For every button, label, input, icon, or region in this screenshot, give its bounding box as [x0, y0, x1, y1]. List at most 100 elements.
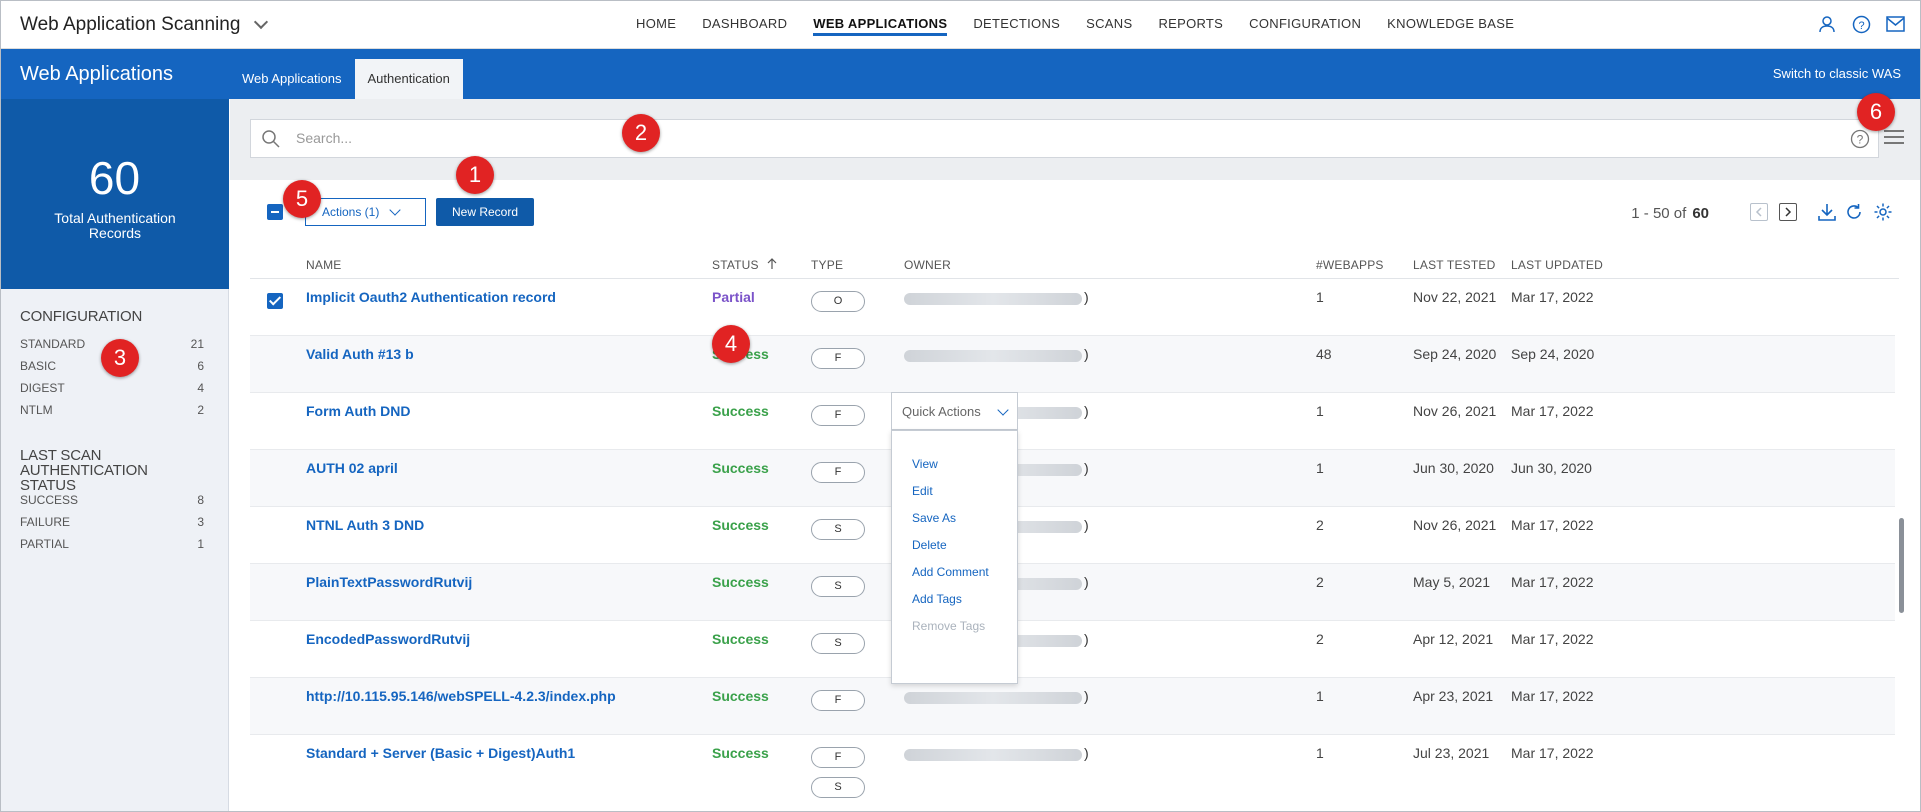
callout-2: 2: [622, 114, 660, 152]
last-tested-date: Sep 24, 2020: [1413, 346, 1497, 362]
record-name-link[interactable]: Implicit Oauth2 Authentication record: [306, 289, 556, 305]
prev-page-button[interactable]: [1750, 203, 1768, 221]
col-type[interactable]: TYPE: [811, 258, 843, 272]
menu-icon[interactable]: [1884, 130, 1904, 148]
filter-label: STANDARD: [20, 337, 86, 351]
col-status[interactable]: STATUS: [712, 258, 777, 272]
nav-detections[interactable]: DETECTIONS: [960, 0, 1073, 49]
type-badge: F: [811, 405, 865, 426]
next-page-button[interactable]: [1779, 203, 1797, 221]
nav-dashboard[interactable]: DASHBOARD: [689, 0, 800, 49]
record-name-link[interactable]: Valid Auth #13 b: [306, 346, 414, 362]
webapps-count: 1: [1316, 403, 1324, 419]
section-header: Web Applications Web Applications Authen…: [0, 49, 1921, 99]
help-icon[interactable]: ?: [1851, 14, 1871, 34]
chevron-down-icon: [254, 14, 269, 30]
filter-partial[interactable]: PARTIAL 1: [20, 537, 204, 551]
table-row[interactable]: EncodedPasswordRutvij Success S) 2 Apr 12, 2…: [250, 621, 1895, 678]
col-last-tested[interactable]: LAST TESTED: [1413, 258, 1495, 272]
filter-ntlm[interactable]: NTLM 2: [20, 403, 204, 417]
record-name-link[interactable]: Form Auth DND: [306, 403, 410, 419]
main-nav: HOME DASHBOARD WEB APPLICATIONS DETECTIO…: [623, 0, 1527, 49]
callout-5: 5: [283, 180, 321, 218]
nav-home[interactable]: HOME: [623, 0, 689, 49]
last-updated-date: Jun 30, 2020: [1511, 460, 1592, 476]
record-name-link[interactable]: EncodedPasswordRutvij: [306, 631, 470, 647]
last-tested-date: Jul 23, 2021: [1413, 745, 1490, 761]
webapps-count: 2: [1316, 574, 1324, 590]
col-last-updated[interactable]: LAST UPDATED: [1511, 258, 1603, 272]
col-name[interactable]: NAME: [306, 258, 341, 272]
quick-actions-dropdown[interactable]: Quick Actions: [891, 392, 1018, 430]
nav-web-applications[interactable]: WEB APPLICATIONS: [800, 0, 960, 49]
type-badge: S: [811, 633, 865, 654]
table-row[interactable]: Standard + Server (Basic + Digest)Auth1 S…: [250, 735, 1895, 812]
search-input[interactable]: [296, 130, 1796, 146]
table-row[interactable]: PlainTextPasswordRutvij Success S) 2 May 5, …: [250, 564, 1895, 621]
switch-classic-link[interactable]: Switch to classic WAS: [1773, 66, 1901, 81]
app-switcher[interactable]: Web Application Scanning: [20, 14, 269, 36]
qa-add-tags[interactable]: Add Tags: [912, 592, 962, 606]
top-navigation-bar: Web Application Scanning HOME DASHBOARD …: [0, 0, 1921, 49]
new-record-button[interactable]: New Record: [436, 198, 534, 226]
tab-authentication[interactable]: Authentication: [354, 59, 463, 99]
row-checkbox[interactable]: [267, 293, 283, 309]
filter-success[interactable]: SUCCESS 8: [20, 493, 204, 507]
col-webapps[interactable]: #WEBAPPS: [1316, 258, 1384, 272]
table-row[interactable]: Valid Auth #13 bSuccessF)48Sep 24, 2020S…: [250, 336, 1895, 393]
filter-count: 8: [197, 493, 204, 507]
last-tested-date: Nov 22, 2021: [1413, 289, 1497, 305]
record-name-link[interactable]: http://10.115.95.146/webSPELL-4.2.3/inde…: [306, 688, 616, 704]
qa-delete[interactable]: Delete: [912, 538, 947, 552]
nav-reports[interactable]: REPORTS: [1145, 0, 1236, 49]
settings-gear-icon[interactable]: [1873, 202, 1893, 222]
status-label: Success: [712, 574, 769, 590]
refresh-icon[interactable]: [1844, 202, 1864, 222]
filter-failure[interactable]: FAILURE 3: [20, 515, 204, 529]
record-name-link[interactable]: PlainTextPasswordRutvij: [306, 574, 472, 590]
tab-web-applications[interactable]: Web Applications: [229, 59, 355, 99]
nav-configuration[interactable]: CONFIGURATION: [1236, 0, 1374, 49]
type-badge: F: [811, 348, 865, 369]
filter-label: PARTIAL: [20, 537, 69, 551]
chevron-down-icon: [389, 204, 402, 216]
table-row[interactable]: http://10.115.95.146/webSPELL-4.2.3/inde…: [250, 678, 1895, 735]
record-name-link[interactable]: Standard + Server (Basic + Digest)Auth1: [306, 745, 575, 761]
callout-3: 3: [101, 339, 139, 377]
table-row[interactable]: Form Auth DND Success F) 1 Nov 26, 2021 Mar 1…: [250, 393, 1895, 450]
qa-save-as[interactable]: Save As: [912, 511, 956, 525]
table-row[interactable]: Implicit Oauth2 Authentication record Par…: [250, 279, 1895, 336]
nav-knowledge-base[interactable]: KNOWLEDGE BASE: [1374, 0, 1527, 49]
status-label: Success: [712, 517, 769, 533]
app-title: Web Application Scanning: [20, 14, 241, 35]
user-icon[interactable]: [1817, 14, 1837, 34]
last-updated-date: Mar 17, 2022: [1511, 289, 1594, 305]
qa-view[interactable]: View: [912, 457, 938, 471]
filter-label: DIGEST: [20, 381, 65, 395]
col-owner[interactable]: OWNER: [904, 258, 951, 272]
nav-scans[interactable]: SCANS: [1073, 0, 1145, 49]
search-box: ?: [250, 119, 1879, 158]
mail-icon[interactable]: [1885, 14, 1905, 34]
table-header: NAME STATUS TYPE OWNER #WEBAPPS LAST TES…: [250, 251, 1899, 279]
search-help-icon[interactable]: ?: [1850, 129, 1870, 154]
actions-dropdown[interactable]: Actions (1): [305, 198, 426, 226]
table-row[interactable]: AUTH 02 april Success F) 1 Jun 30, 2020 Jun 3…: [250, 450, 1895, 507]
qa-edit[interactable]: Edit: [912, 484, 933, 498]
owner-redacted: [904, 692, 1082, 704]
owner-suffix: ): [1084, 403, 1089, 419]
qa-add-comment[interactable]: Add Comment: [912, 565, 989, 579]
download-icon[interactable]: [1817, 202, 1837, 222]
select-all-checkbox[interactable]: [267, 204, 283, 220]
vertical-scrollbar[interactable]: [1899, 518, 1904, 613]
record-name-link[interactable]: AUTH 02 april: [306, 460, 398, 476]
table-row[interactable]: NTNL Auth 3 DND Success S) 2 Nov 26, 2021 Mar…: [250, 507, 1895, 564]
record-name-link[interactable]: NTNL Auth 3 DND: [306, 517, 424, 533]
filter-digest[interactable]: DIGEST 4: [20, 381, 204, 395]
chevron-right-icon: [1785, 207, 1792, 217]
owner-suffix: ): [1084, 346, 1089, 362]
main-content: ? Actions (1) New Record 1 - 50 of 60 NAM…: [230, 99, 1921, 812]
owner-suffix: ): [1084, 517, 1089, 533]
status-label: Success: [712, 631, 769, 647]
webapps-count: 1: [1316, 460, 1324, 476]
